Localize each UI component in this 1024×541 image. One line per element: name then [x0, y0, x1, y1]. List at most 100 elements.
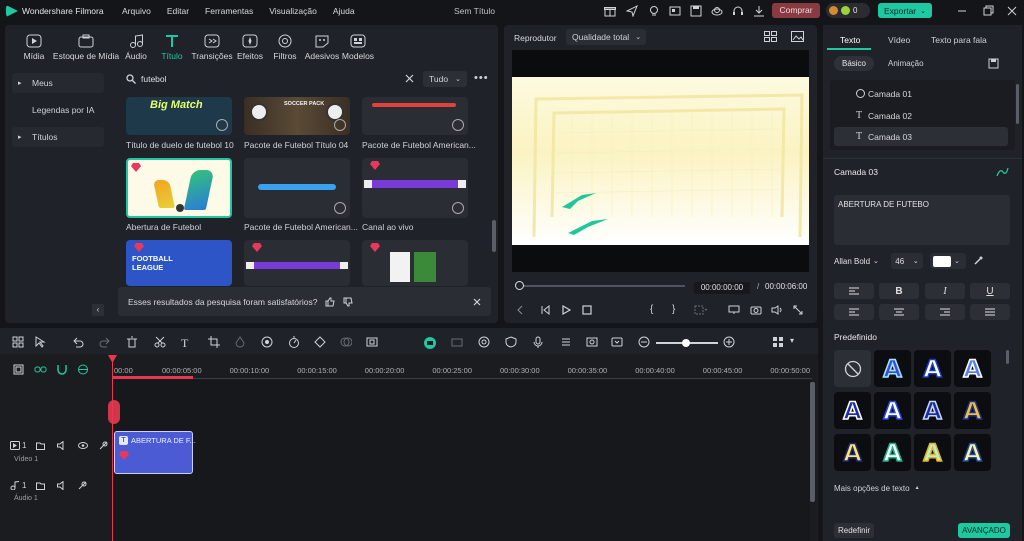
- font-size-dropdown[interactable]: 46 ⌄: [891, 253, 923, 269]
- preset-none[interactable]: [834, 350, 871, 387]
- prev-frame-icon[interactable]: [516, 305, 526, 315]
- grid-icon[interactable]: [772, 336, 786, 350]
- thumb-football-opening[interactable]: [126, 158, 232, 218]
- sidebar-item-meus[interactable]: ▸ Meus: [12, 73, 104, 93]
- menu-arquivo[interactable]: Arquivo: [122, 6, 151, 16]
- mask-icon[interactable]: [340, 336, 354, 350]
- thumb-football-pack-04[interactable]: SOCCER PACK: [244, 97, 350, 135]
- thumb-duel-football[interactable]: Big Match: [126, 97, 232, 135]
- bold-button[interactable]: B: [879, 283, 919, 299]
- scene-detect-icon[interactable]: [451, 336, 465, 350]
- playhead-marker[interactable]: [108, 400, 120, 424]
- crop-icon[interactable]: [208, 336, 222, 350]
- resources-icon[interactable]: [669, 5, 681, 17]
- snapshot-view-icon[interactable]: [791, 31, 804, 42]
- preset-style[interactable]: A: [874, 434, 911, 471]
- mark-out-icon[interactable]: }: [672, 304, 675, 315]
- download-icon[interactable]: [334, 202, 346, 214]
- download-icon[interactable]: [452, 202, 464, 214]
- search-input[interactable]: futebol: [141, 74, 391, 84]
- video-canvas[interactable]: [512, 50, 809, 272]
- preset-style[interactable]: A: [954, 434, 991, 471]
- download-icon[interactable]: [216, 119, 228, 131]
- tab-templates[interactable]: Modelos: [336, 34, 380, 70]
- link-icon[interactable]: [34, 364, 47, 375]
- thumb-american-football-pack-1[interactable]: [362, 97, 468, 135]
- ai-tools-icon[interactable]: [261, 336, 275, 350]
- filter-dropdown[interactable]: Tudo ⌄: [423, 71, 467, 87]
- auto-fit-icon[interactable]: [611, 336, 625, 350]
- minimize-icon[interactable]: [956, 5, 968, 17]
- clear-search-icon[interactable]: [405, 74, 414, 83]
- eyedropper-icon[interactable]: [973, 256, 983, 266]
- sidebar-item-titulos[interactable]: ▸ Títulos: [12, 127, 104, 147]
- more-menu-icon[interactable]: ▾: [790, 336, 804, 350]
- align-left-button[interactable]: [834, 304, 874, 320]
- bulb-icon[interactable]: [648, 5, 660, 17]
- preset-style[interactable]: A: [834, 434, 871, 471]
- undo-icon[interactable]: [72, 336, 86, 350]
- reset-button[interactable]: Redefinir: [834, 523, 874, 538]
- speed-icon[interactable]: [288, 336, 302, 350]
- ripple-icon[interactable]: [77, 364, 89, 375]
- gift-icon[interactable]: [604, 5, 616, 17]
- delete-icon[interactable]: [126, 336, 140, 350]
- tab-text-to-speech[interactable]: Texto para fala: [931, 35, 987, 45]
- snapshot-icon[interactable]: [586, 336, 600, 350]
- sidebar-item-ai-captions[interactable]: Legendas por IA: [12, 100, 104, 120]
- layer-item[interactable]: T Camada 02: [834, 106, 1008, 125]
- text-tool-icon[interactable]: T: [181, 336, 195, 350]
- preset-style[interactable]: A: [954, 350, 991, 387]
- speaker-icon[interactable]: [57, 481, 66, 490]
- progress-handle[interactable]: [515, 281, 524, 290]
- color-icon[interactable]: [234, 336, 248, 350]
- preset-style[interactable]: A: [954, 392, 991, 429]
- thumb-scoreboard[interactable]: [244, 240, 350, 286]
- thumbs-up-icon[interactable]: [325, 297, 336, 307]
- thumbs-down-icon[interactable]: [343, 297, 354, 307]
- close-feedback-icon[interactable]: [473, 298, 481, 306]
- download-icon[interactable]: [334, 119, 346, 131]
- microphone-icon[interactable]: [532, 336, 546, 350]
- justify-button[interactable]: [970, 304, 1010, 320]
- preset-style[interactable]: A: [834, 392, 871, 429]
- layer-item[interactable]: Camada 01: [834, 84, 1008, 103]
- split-icon[interactable]: [154, 336, 168, 350]
- layer-item-selected[interactable]: T Camada 03: [834, 127, 1008, 146]
- playhead-line[interactable]: [112, 358, 113, 541]
- color-picker[interactable]: ⌄: [930, 253, 966, 269]
- play-icon[interactable]: [561, 305, 571, 315]
- timeline-scrollbar[interactable]: [810, 382, 815, 502]
- grid-view-icon[interactable]: [764, 31, 777, 42]
- italic-button[interactable]: I: [925, 283, 965, 299]
- thumb-lineup[interactable]: [362, 240, 468, 286]
- eye-icon[interactable]: [78, 442, 88, 449]
- stop-icon[interactable]: [582, 305, 592, 315]
- advanced-button[interactable]: AVANÇADO: [958, 523, 1010, 538]
- preset-scrollbar[interactable]: [1006, 350, 1009, 364]
- more-options-icon[interactable]: •••: [474, 73, 489, 84]
- align-right-button[interactable]: [925, 304, 965, 320]
- display-icon[interactable]: [728, 305, 740, 315]
- tab-stock-media[interactable]: Estoque de Mídia: [52, 34, 120, 70]
- save-icon[interactable]: [690, 5, 702, 17]
- tab-video[interactable]: Vídeo: [888, 35, 910, 45]
- layout-icon[interactable]: [12, 336, 26, 350]
- download-icon[interactable]: [452, 119, 464, 131]
- render-preview-icon[interactable]: [423, 336, 437, 350]
- buy-button[interactable]: Comprar: [772, 3, 820, 18]
- credits-badge[interactable]: 0: [826, 3, 870, 18]
- magnet-icon[interactable]: [56, 364, 68, 375]
- camera-icon[interactable]: [750, 305, 762, 315]
- insert-icon[interactable]: [694, 305, 708, 315]
- collapse-sidebar-button[interactable]: ‹: [92, 304, 104, 316]
- menu-visualizacao[interactable]: Visualização: [269, 6, 317, 16]
- layer-list-scrollbar[interactable]: [1016, 84, 1019, 124]
- menu-ferramentas[interactable]: Ferramentas: [205, 6, 253, 16]
- folder-icon[interactable]: [36, 441, 45, 450]
- preset-style[interactable]: A: [914, 350, 951, 387]
- preset-style[interactable]: A: [874, 392, 911, 429]
- progress-track[interactable]: [517, 285, 685, 287]
- thumb-american-football-pack-2[interactable]: [244, 158, 350, 218]
- volume-icon[interactable]: [771, 305, 783, 315]
